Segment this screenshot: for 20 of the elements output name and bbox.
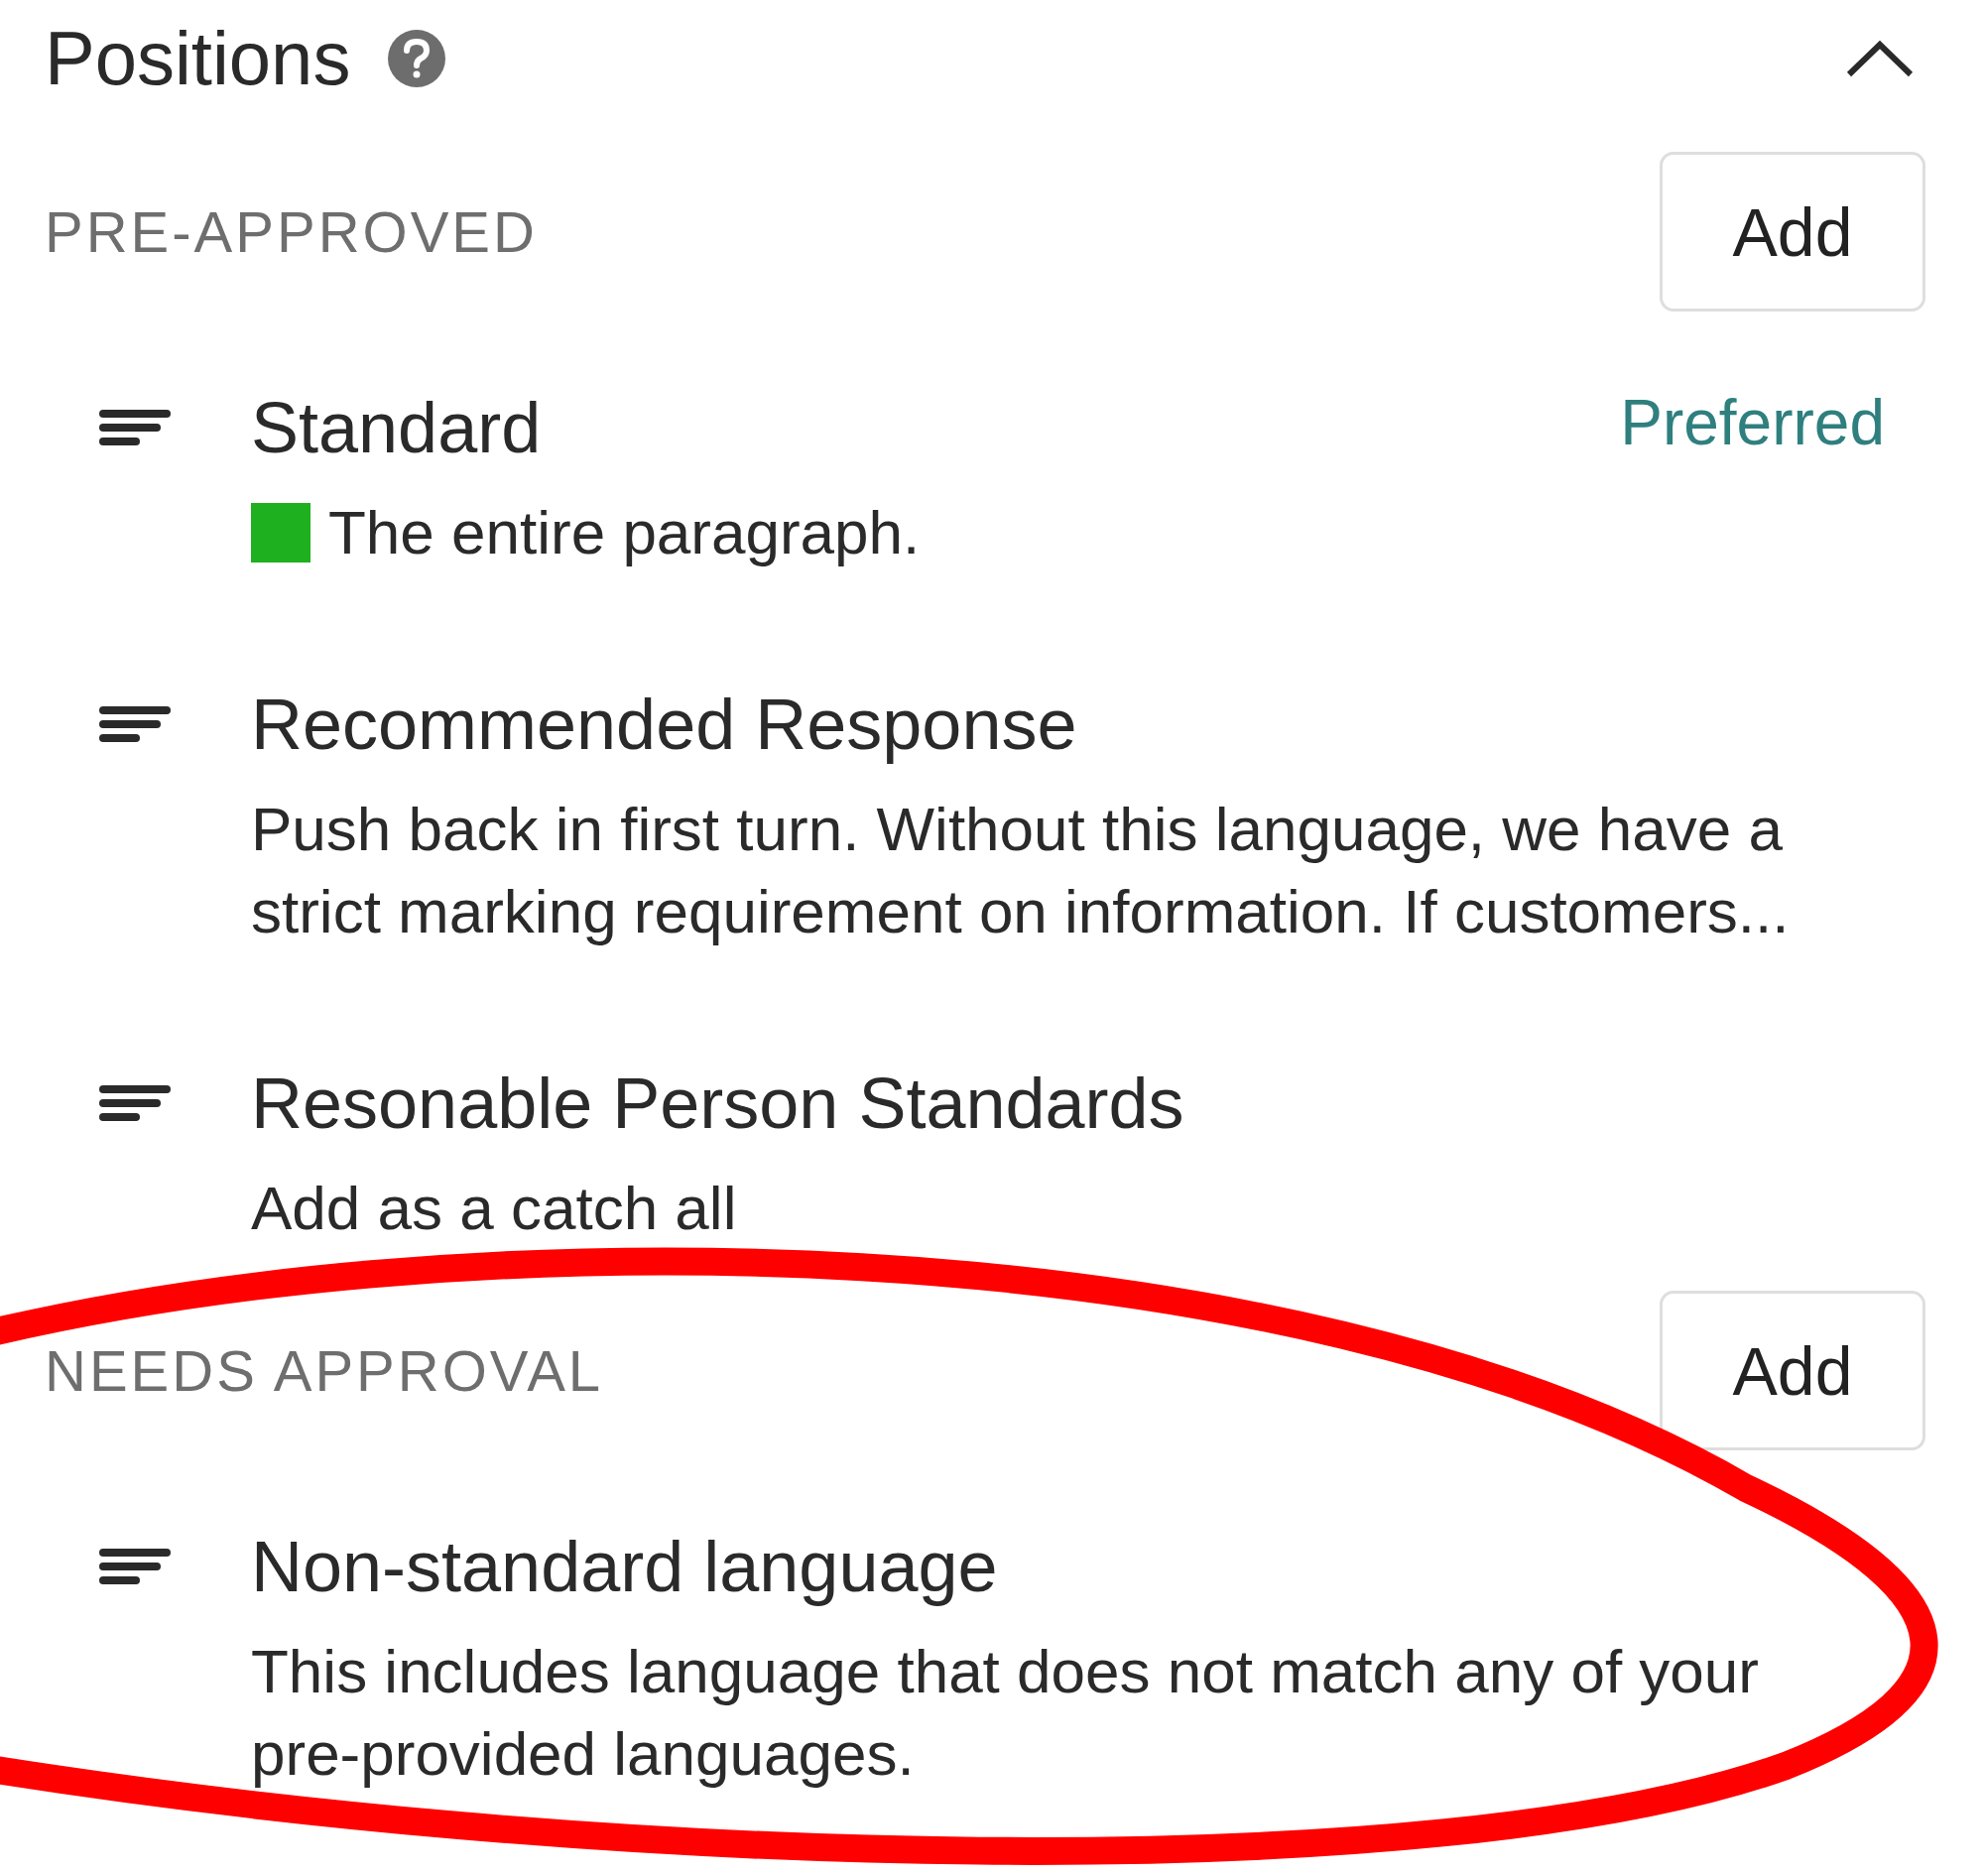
- add-button[interactable]: Add: [1660, 152, 1925, 312]
- chevron-up-icon[interactable]: [1845, 39, 1915, 78]
- panel-title: Positions: [45, 15, 351, 102]
- position-description: The entire paragraph.: [328, 497, 921, 568]
- position-description: This includes language that does not match any of your pre-provided languages.: [251, 1636, 1760, 1790]
- text-lines-icon: [99, 410, 171, 445]
- text-lines-icon: [99, 706, 171, 742]
- position-title[interactable]: Recommended Response: [251, 685, 1077, 764]
- position-description: Push back in first turn. Without this language, we have a strict marking requirement on information. If customers...: [251, 794, 1791, 947]
- position-description: Add as a catch all: [251, 1173, 737, 1244]
- position-title[interactable]: Resonable Person Standards: [251, 1063, 1184, 1143]
- section-label: NEEDS APPROVAL: [45, 1337, 604, 1404]
- add-button[interactable]: Add: [1660, 1291, 1925, 1450]
- position-title[interactable]: Standard: [251, 388, 542, 467]
- help-icon[interactable]: [388, 30, 446, 87]
- section-label: PRE-APPROVED: [45, 198, 538, 265]
- text-lines-icon: [99, 1085, 171, 1121]
- position-title[interactable]: Non-standard language: [251, 1527, 998, 1606]
- preferred-label: Preferred: [1620, 388, 1885, 457]
- text-lines-icon: [99, 1549, 171, 1584]
